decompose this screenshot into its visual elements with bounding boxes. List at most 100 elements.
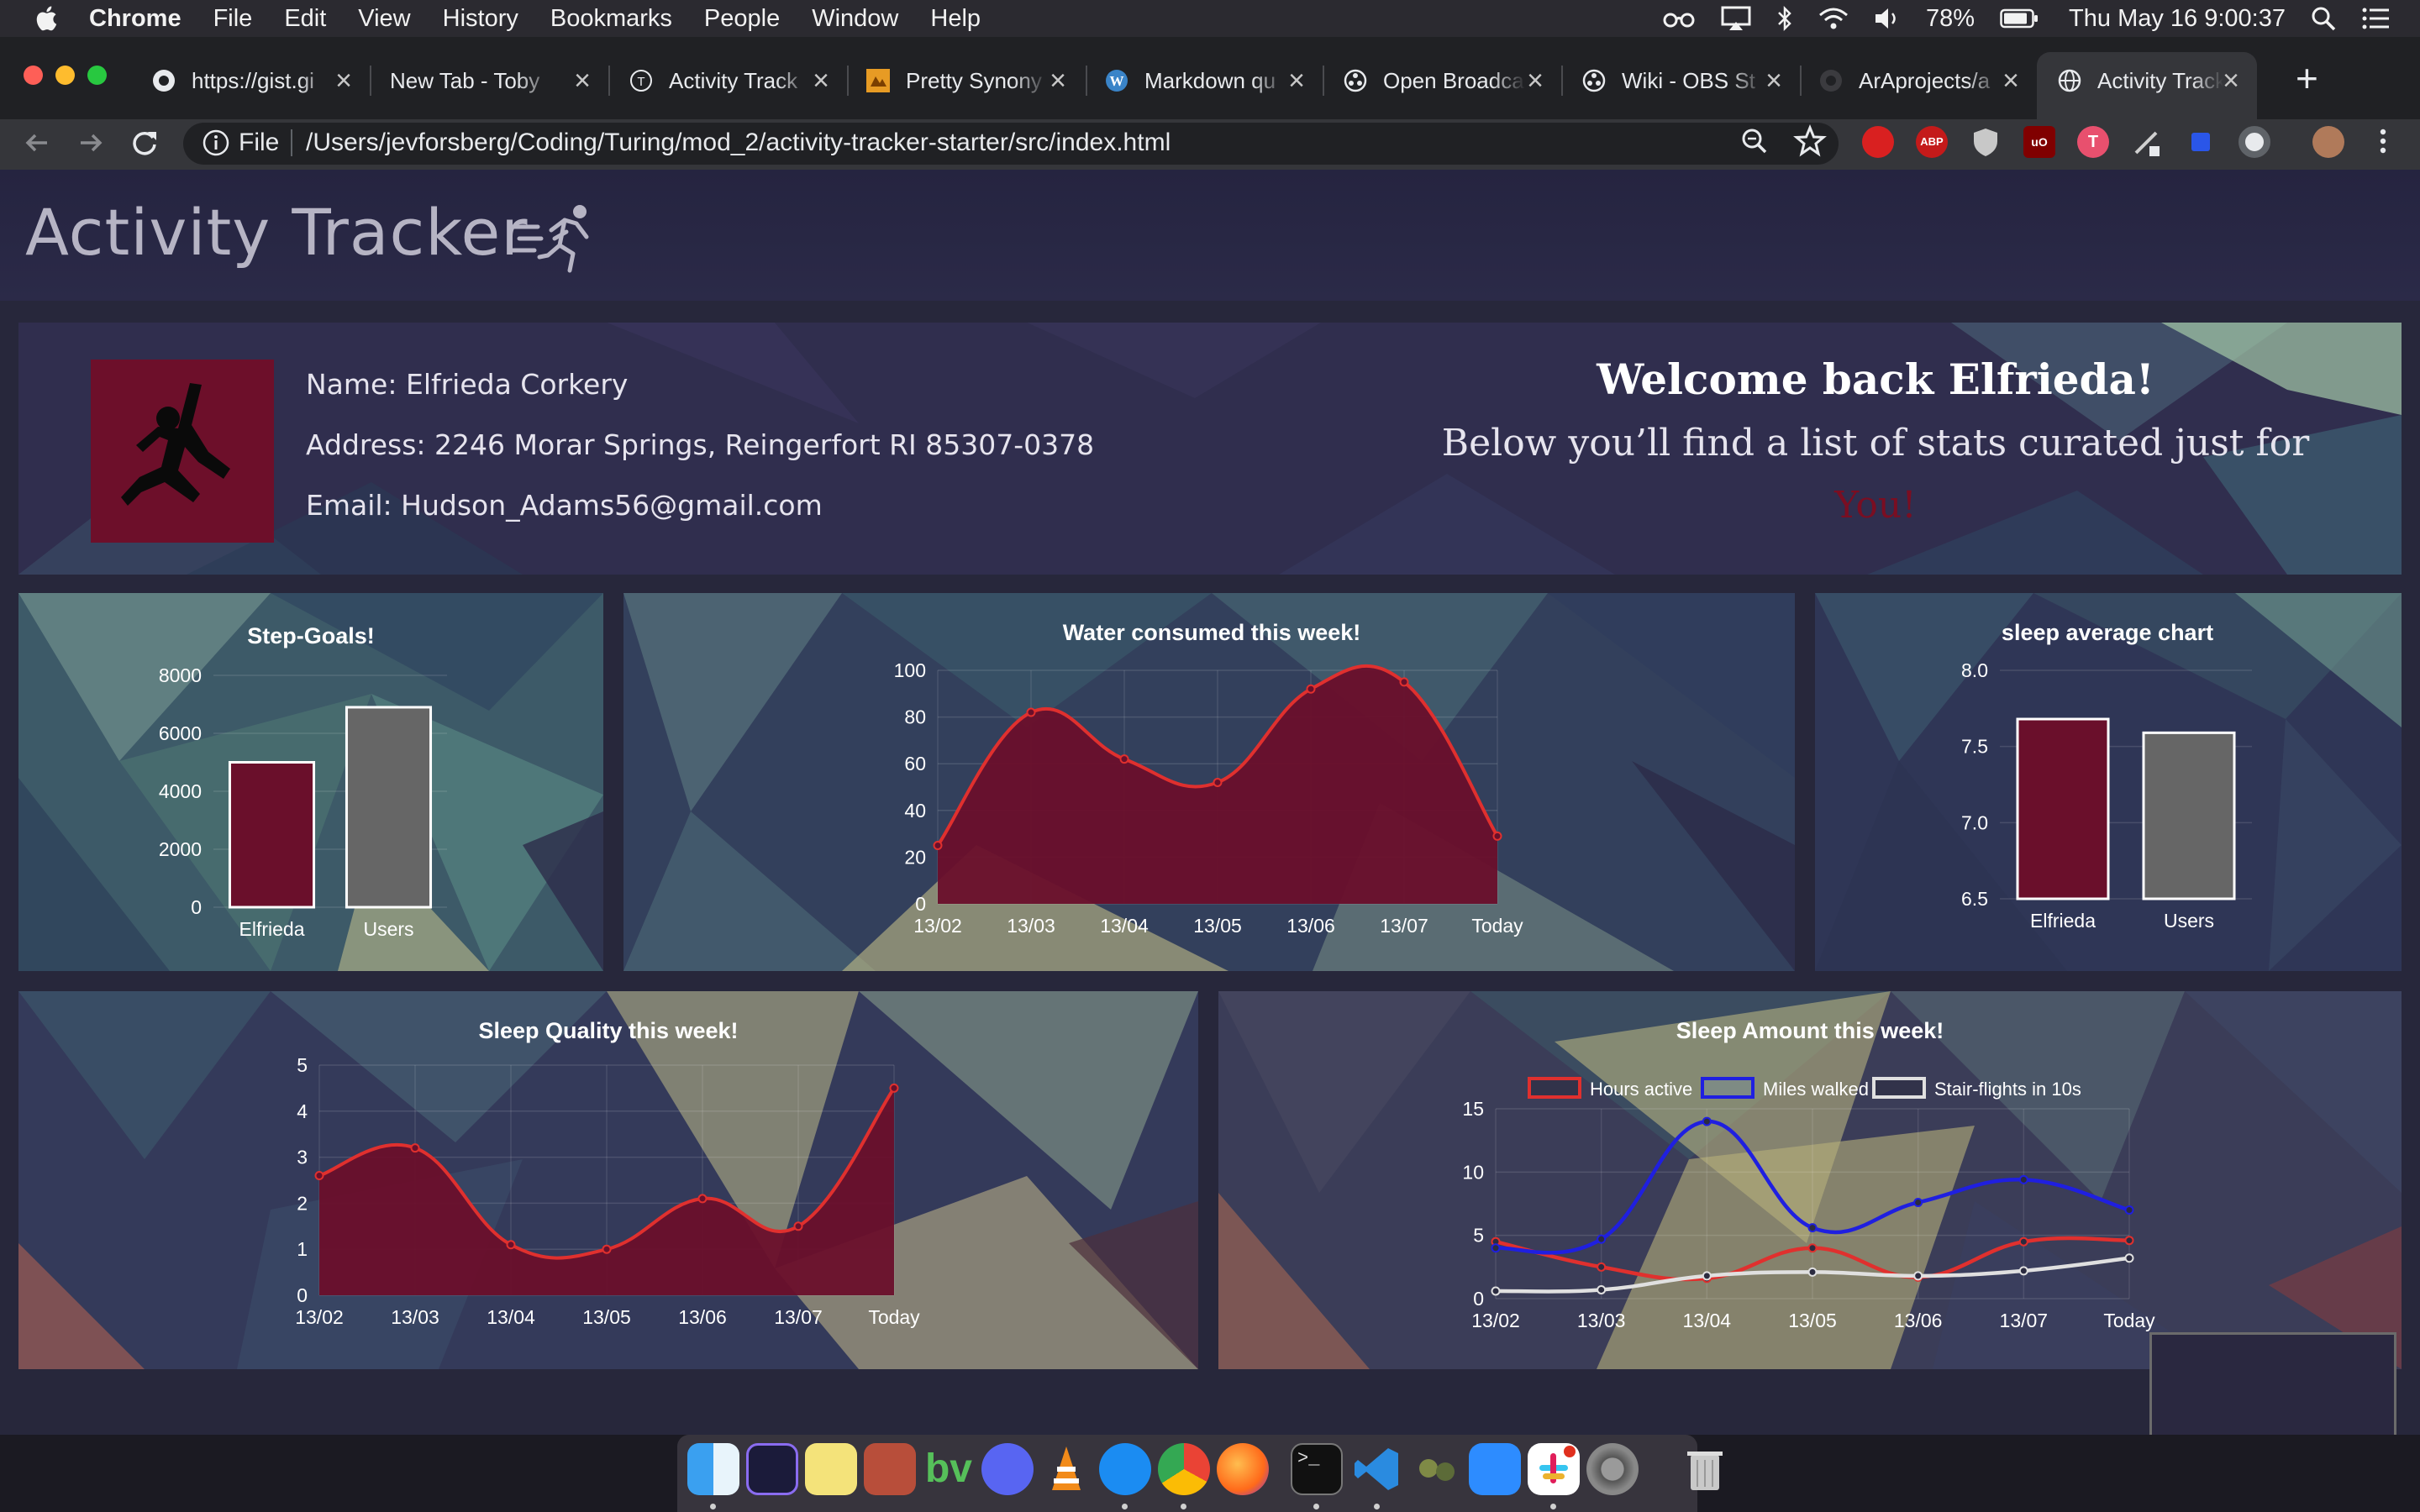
x-tick-label: Elfrieda [239, 918, 305, 940]
airplay-icon[interactable] [1721, 6, 1751, 31]
window-close-button[interactable] [24, 66, 43, 85]
menu-app-name[interactable]: Chrome [89, 5, 182, 33]
stickies-icon[interactable] [805, 1443, 857, 1495]
system-preferences-icon[interactable] [1586, 1443, 1639, 1495]
new-tab-button[interactable]: + [2296, 57, 2318, 99]
vscode-icon[interactable] [1351, 1443, 1403, 1495]
info-icon[interactable] [202, 129, 230, 157]
ext-toby-icon[interactable]: T [2077, 126, 2109, 158]
vlc-icon[interactable] [1040, 1443, 1092, 1495]
dock-running-indicator [710, 1504, 716, 1509]
menu-history[interactable]: History [443, 5, 518, 33]
avatar [91, 360, 274, 543]
bookmark-star-icon[interactable] [1791, 123, 1828, 160]
bluetooth-icon[interactable] [1776, 5, 1793, 32]
tab-close-icon[interactable]: × [1045, 64, 1071, 97]
trash-icon[interactable] [1679, 1443, 1731, 1495]
legend-swatch [1528, 1077, 1581, 1099]
tab-markdown[interactable]: W Markdown qu × [1104, 60, 1309, 101]
tab-close-icon[interactable]: × [570, 64, 595, 97]
volume-icon[interactable] [1874, 7, 1901, 30]
tab-araprojects[interactable]: ArAprojects/a × [1818, 60, 2023, 101]
ext-ublock-icon[interactable]: uO [2023, 126, 2055, 158]
tab-close-icon[interactable]: × [808, 64, 834, 97]
glasses-icon[interactable] [1662, 8, 1696, 29]
reload-icon[interactable] [126, 124, 163, 161]
ext-circle-icon[interactable] [2238, 126, 2270, 158]
tab-obs-wiki[interactable]: Wiki - OBS St × [1581, 60, 1786, 101]
system-preferences-app-icon[interactable] [864, 1443, 916, 1495]
tab-activity-tracker-active[interactable]: Activity Track × [2057, 60, 2244, 101]
finder-icon[interactable] [687, 1443, 739, 1495]
x-tick-label: 13/02 [295, 1306, 344, 1328]
zoom-app-icon[interactable] [1469, 1443, 1521, 1495]
point-13/03 [1597, 1262, 1607, 1272]
apple-icon[interactable] [34, 4, 62, 33]
dock-running-indicator [1313, 1504, 1319, 1509]
tab-gist[interactable]: https://gist.gi × [151, 60, 356, 101]
welcome-heading: Welcome back Elfrieda! [1597, 354, 2154, 404]
screenshot-tool-icon[interactable] [746, 1443, 798, 1495]
tab-close-icon[interactable]: × [1284, 64, 1309, 97]
page-header: Activity Tracker [0, 170, 2420, 301]
point-13/06 [1913, 1271, 1923, 1281]
chrome-icon[interactable] [1158, 1443, 1210, 1495]
screenshot-thumbnail[interactable] [2149, 1332, 2396, 1435]
tab-obs[interactable]: Open Broadca × [1343, 60, 1548, 101]
menu-people[interactable]: People [704, 5, 780, 33]
x-tick-label: 13/05 [1193, 915, 1242, 937]
profile-avatar[interactable] [2312, 126, 2344, 158]
firefox-icon[interactable] [1217, 1443, 1269, 1495]
zoom-icon[interactable] [1736, 123, 1773, 160]
notification-center-icon[interactable] [2361, 7, 2390, 30]
menu-bookmarks[interactable]: Bookmarks [550, 5, 672, 33]
tab-close-icon[interactable]: × [2218, 64, 2244, 97]
chrome-menu-icon[interactable] [2365, 123, 2402, 160]
y-tick-label: 6000 [159, 722, 202, 744]
ext-stop-icon[interactable] [1862, 126, 1894, 158]
menu-help[interactable]: Help [930, 5, 981, 33]
ext-blue-square-icon[interactable] [2191, 133, 2210, 151]
x-tick-label: 13/05 [582, 1306, 631, 1328]
tab-close-icon[interactable]: × [331, 64, 356, 97]
alien-app-icon[interactable] [1410, 1443, 1462, 1495]
tab-activity-tracker-1[interactable]: T Activity Track × [629, 60, 834, 101]
legend-swatch [1872, 1077, 1926, 1099]
tab-separator [1323, 66, 1324, 96]
discord-icon[interactable] [981, 1443, 1034, 1495]
tab-pretty-synonyms[interactable]: Pretty Synony × [865, 60, 1071, 101]
tab-toby[interactable]: New Tab - Toby × [390, 60, 595, 101]
x-tick-label: 13/07 [2000, 1310, 2049, 1331]
menu-window[interactable]: Window [812, 5, 898, 33]
point-13/04 [1702, 1271, 1712, 1281]
menu-file[interactable]: File [213, 5, 253, 33]
page-viewport: Activity Tracker Name: Elfrieda Corkery … [0, 170, 2420, 1435]
menu-view[interactable]: View [358, 5, 410, 33]
menubar-clock[interactable]: Thu May 16 9:00:37 [2069, 5, 2286, 33]
ext-adblock-icon[interactable]: ABP [1916, 126, 1948, 158]
dock-running-indicator [1122, 1504, 1128, 1509]
slack-icon[interactable] [1528, 1443, 1580, 1495]
tab-close-icon[interactable]: × [1998, 64, 2023, 97]
back-icon[interactable] [18, 124, 55, 161]
spotlight-search-icon[interactable] [2311, 6, 2336, 31]
wifi-icon[interactable] [1818, 7, 1849, 30]
tab-close-icon[interactable]: × [1761, 64, 1786, 97]
battery-icon[interactable] [2000, 8, 2039, 29]
terminal-icon[interactable]: >_ [1291, 1443, 1343, 1495]
bbedit-icon[interactable]: bv [923, 1443, 975, 1495]
tab-close-icon[interactable]: × [1523, 64, 1548, 97]
forward-icon[interactable] [72, 124, 109, 161]
sleep-quality-chart: Sleep Quality this week! 0 1 2 3 4 5 13/02 13/03… [295, 1018, 920, 1328]
url-text[interactable]: /Users/jevforsberg/Coding/Turing/mod_2/a… [306, 126, 1171, 160]
github-icon [153, 70, 175, 92]
y-tick-label: 8.0 [1961, 659, 1988, 681]
window-minimize-button[interactable] [55, 66, 75, 85]
app-store-icon[interactable] [1099, 1443, 1151, 1495]
x-tick-label: 13/03 [1577, 1310, 1626, 1331]
window-zoom-button[interactable] [87, 66, 107, 85]
ext-pen-icon[interactable] [2131, 126, 2163, 158]
ext-shield-icon[interactable] [1970, 126, 2002, 158]
y-tick-label: 8000 [159, 664, 202, 686]
menu-edit[interactable]: Edit [284, 5, 326, 33]
